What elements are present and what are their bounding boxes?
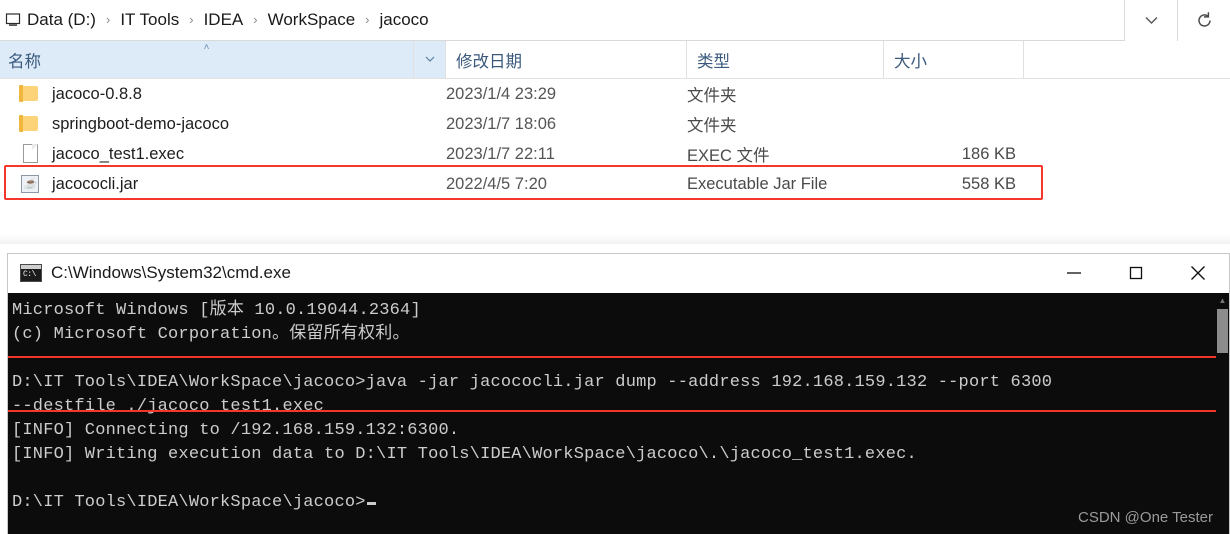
column-header-name-label: 名称 [8, 52, 41, 71]
explorer-bottom-edge [0, 227, 1230, 244]
folder-icon [18, 84, 42, 104]
file-date-cell: 2023/1/4 23:29 [446, 84, 557, 103]
table-row[interactable]: jacoco_test1.exec 2023/1/7 22:11 EXEC 文件… [0, 139, 1230, 169]
maximize-icon [1125, 263, 1147, 283]
breadcrumb-separator: › [365, 12, 370, 27]
column-header-size[interactable]: 大小 [884, 41, 1024, 78]
chevron-down-icon [424, 54, 436, 66]
close-icon [1187, 263, 1209, 283]
maximize-button[interactable] [1105, 253, 1167, 293]
refresh-icon [1195, 11, 1214, 30]
file-size-cell: 186 KB [961, 144, 1016, 163]
file-icon [18, 144, 42, 164]
breadcrumb-item-3[interactable]: WorkSpace [267, 7, 357, 33]
address-bar: Data (D:) › IT Tools › IDEA › WorkSpace … [0, 0, 1230, 41]
file-name-label: springboot-demo-jacoco [52, 114, 230, 133]
file-name-cell[interactable]: springboot-demo-jacoco [0, 114, 446, 134]
column-header-name[interactable]: ˄ 名称 [0, 41, 414, 78]
breadcrumb-separator: › [253, 12, 258, 27]
console-line: [INFO] Writing execution data to D:\IT T… [12, 445, 917, 464]
console-line-command-continued: --destfile ./jacoco_test1.exec [12, 397, 325, 416]
this-pc-icon [2, 8, 24, 32]
column-header-date-modified[interactable]: 修改日期 [446, 41, 687, 78]
close-button[interactable] [1167, 253, 1229, 293]
file-name-label: jacoco_test1.exec [52, 144, 185, 163]
console-scrollbar[interactable]: ▲ [1216, 293, 1229, 534]
minimize-button[interactable] [1043, 253, 1105, 293]
table-row[interactable]: springboot-demo-jacoco 2023/1/7 18:06 文件… [0, 109, 1230, 139]
console-line: (c) Microsoft Corporation。保留所有权利。 [12, 325, 410, 344]
console-line-command: D:\IT Tools\IDEA\WorkSpace\jacoco>java -… [12, 373, 1053, 392]
file-type-cell: 文件夹 [687, 87, 737, 105]
breadcrumb-item-0[interactable]: Data (D:) [26, 7, 97, 33]
file-name-label: jacococli.jar [52, 174, 139, 193]
breadcrumb[interactable]: Data (D:) › IT Tools › IDEA › WorkSpace … [0, 0, 1124, 41]
column-header-date-label: 修改日期 [456, 52, 522, 71]
block-cursor-icon [366, 502, 376, 505]
minimize-icon [1063, 267, 1085, 279]
column-header-type[interactable]: 类型 [687, 41, 884, 78]
column-name-dropdown-button[interactable] [414, 41, 446, 78]
chevron-down-icon [1143, 14, 1160, 26]
file-date-cell: 2023/1/7 22:11 [446, 144, 555, 163]
table-row[interactable]: jacoco-0.8.8 2023/1/4 23:29 文件夹 [0, 79, 1230, 109]
file-date-cell: 2023/1/7 18:06 [446, 114, 557, 133]
column-header-filler [1024, 41, 1230, 78]
file-explorer-window: Data (D:) › IT Tools › IDEA › WorkSpace … [0, 0, 1230, 244]
file-type-cell: EXEC 文件 [687, 147, 770, 165]
breadcrumb-item-4[interactable]: jacoco [379, 7, 430, 33]
file-list: jacoco-0.8.8 2023/1/4 23:29 文件夹 springbo… [0, 79, 1230, 227]
watermark: CSDN @One Tester [1078, 509, 1213, 526]
sort-ascending-icon: ˄ [203, 42, 210, 53]
console-line: Microsoft Windows [版本 10.0.19044.2364] [12, 301, 421, 320]
breadcrumb-item-1[interactable]: IT Tools [119, 7, 180, 33]
file-date-cell: 2022/4/5 7:20 [446, 174, 547, 193]
console-output-area[interactable]: Microsoft Windows [版本 10.0.19044.2364] (… [8, 293, 1229, 534]
cmd-icon: C:\ [20, 264, 42, 282]
column-header-type-label: 类型 [697, 52, 730, 71]
file-type-cell: Executable Jar File [687, 174, 828, 193]
cmd-window: C:\ C:\Windows\System32\cmd.exe Microsof… [7, 253, 1230, 534]
console-line: [INFO] Connecting to /192.168.159.132:63… [12, 421, 460, 440]
address-history-dropdown-button[interactable] [1125, 0, 1177, 41]
column-header-size-label: 大小 [894, 52, 927, 71]
file-name-cell[interactable]: ☕ jacococli.jar [0, 174, 446, 194]
column-header-row: ˄ 名称 修改日期 类型 大小 [0, 41, 1230, 79]
console-prompt: D:\IT Tools\IDEA\WorkSpace\jacoco> [12, 493, 366, 512]
folder-icon [18, 114, 42, 134]
breadcrumb-separator: › [189, 12, 194, 27]
file-name-cell[interactable]: jacoco-0.8.8 [0, 84, 446, 104]
scrollbar-thumb[interactable] [1217, 309, 1228, 353]
refresh-button[interactable] [1178, 0, 1230, 41]
jar-icon: ☕ [18, 174, 42, 194]
breadcrumb-separator: › [105, 12, 111, 27]
file-name-cell[interactable]: jacoco_test1.exec [0, 144, 446, 164]
scroll-up-arrow-icon[interactable]: ▲ [1216, 293, 1229, 307]
cmd-title-bar[interactable]: C:\ C:\Windows\System32\cmd.exe [8, 253, 1229, 293]
screenshot-root: Data (D:) › IT Tools › IDEA › WorkSpace … [0, 0, 1230, 534]
table-row[interactable]: ☕ jacococli.jar 2022/4/5 7:20 Executable… [0, 169, 1230, 199]
file-type-cell: 文件夹 [687, 117, 737, 135]
cmd-window-title: C:\Windows\System32\cmd.exe [51, 263, 291, 282]
file-size-cell: 558 KB [961, 174, 1016, 193]
file-name-label: jacoco-0.8.8 [52, 84, 142, 103]
breadcrumb-item-2[interactable]: IDEA [203, 7, 245, 33]
console-prompt-line: D:\IT Tools\IDEA\WorkSpace\jacoco> [12, 491, 1229, 515]
